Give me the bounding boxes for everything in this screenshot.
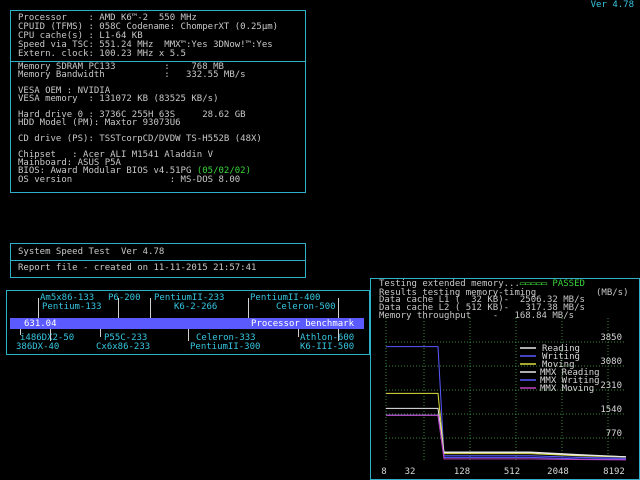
- benchmark-marker: [338, 329, 339, 341]
- chart-y-tick: 3850: [600, 333, 622, 343]
- benchmark-marker: [150, 298, 151, 318]
- memory-timing-chart: 38503080231015407708 32 128 512 2048 8192Read…: [381, 318, 627, 477]
- benchmark-marker: [50, 329, 51, 341]
- benchmark-marker: [298, 329, 299, 337]
- speed-test-divider: [11, 260, 305, 261]
- chart-y-tick: 770: [606, 429, 622, 439]
- chart-x-tick: 8192: [603, 467, 625, 477]
- chart-x-tick: 2048: [547, 467, 569, 477]
- memory-info-line: HDD Model (PM): Maxtor 93073U6: [18, 118, 181, 128]
- benchmark-marker: [38, 298, 39, 318]
- os-line: OS version : MS-DOS 8.00: [18, 175, 241, 185]
- benchmark-marker: [188, 329, 189, 341]
- chart-x-tick: 32: [405, 467, 416, 477]
- chart-series-line: [386, 346, 627, 459]
- chart-y-tick: 3080: [600, 357, 622, 367]
- benchmark-value: 631.04: [24, 319, 57, 329]
- memory-info-line: VESA memory : 131072 KB (83525 KB/s): [18, 94, 219, 104]
- report-file-line: Report file - created on 11-11-2015 21:5…: [18, 263, 257, 273]
- benchmark-marker: [338, 298, 339, 318]
- chart-series-line: [386, 392, 627, 458]
- chart-x-tick: 512: [504, 467, 520, 477]
- benchmark-cpu-label: 386DX-40: [16, 342, 60, 352]
- memory-info-line: Memory Bandwidth : 332.55 MB/s: [18, 70, 246, 80]
- chart-x-tick: 128: [454, 467, 470, 477]
- benchmark-cpu-label: P6-200: [108, 293, 141, 303]
- version-label: Ver 4.78: [590, 0, 634, 10]
- chart-y-tick: 2310: [600, 381, 622, 391]
- benchmark-bar: 631.04 Processor benchmark: [10, 318, 364, 329]
- speed-test-title: System Speed Test Ver 4.78: [18, 247, 165, 257]
- benchmark-marker: [118, 298, 119, 318]
- benchmark-cpu-label: Pentium-133: [42, 302, 102, 312]
- benchmark-label: Processor benchmark: [251, 319, 354, 329]
- benchmark-marker: [248, 298, 249, 318]
- benchmark-cpu-label: Cx6x86-233: [96, 342, 151, 352]
- benchmark-cpu-label: PentiumII-300: [190, 342, 261, 352]
- chart-y-tick: 1540: [600, 405, 622, 415]
- benchmark-cpu-label: Celeron-500: [276, 302, 336, 312]
- benchmark-cpu-label: K6-2-266: [174, 302, 218, 312]
- benchmark-marker: [20, 329, 21, 335]
- cpu-info-line: Extern. clock: 100.23 MHz x 5.5: [18, 49, 186, 59]
- chart-x-tick: 8: [381, 467, 386, 477]
- chart-series-line: [386, 414, 627, 458]
- legend-label: MMX Moving: [540, 384, 594, 394]
- memory-info-line: CD drive (PS): TSSTcorpCD/DVDW TS-H552B …: [18, 134, 262, 144]
- benchmark-marker: [100, 329, 101, 337]
- benchmark-cpu-label: K6-III-500: [300, 342, 355, 352]
